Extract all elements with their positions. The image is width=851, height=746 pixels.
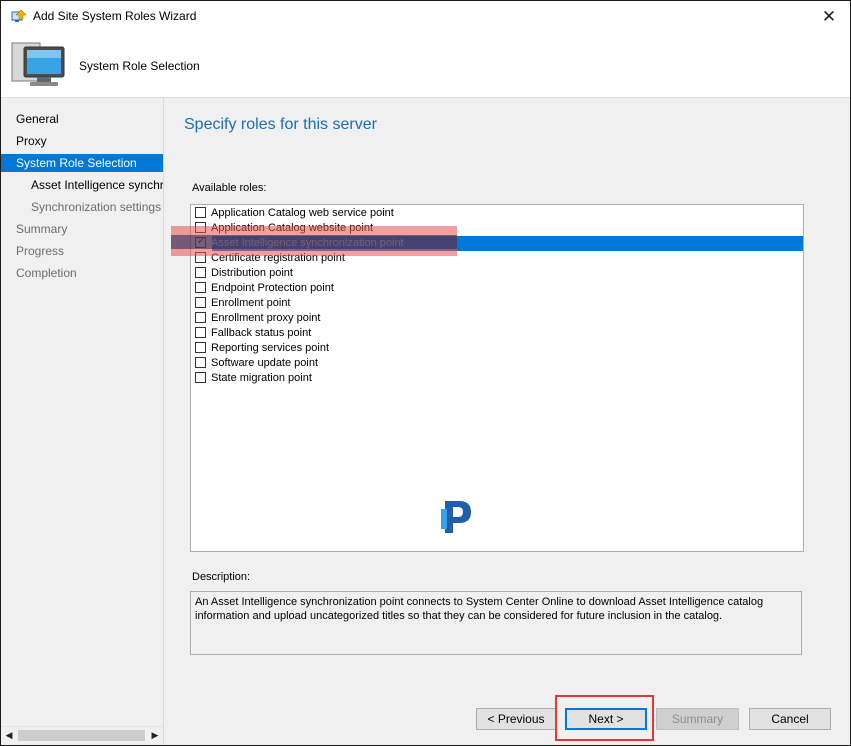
nav-item-progress: Progress bbox=[16, 244, 65, 258]
role-checkbox[interactable] bbox=[195, 267, 206, 278]
role-checkbox[interactable] bbox=[195, 282, 206, 293]
title-bar: Add Site System Roles Wizard ✕ bbox=[1, 1, 850, 33]
role-item[interactable]: State migration point bbox=[191, 371, 803, 386]
nav-item-synchronization-settings: Synchronization settings bbox=[31, 200, 162, 214]
role-item[interactable]: Application Catalog website point bbox=[191, 221, 803, 236]
scroll-right-icon[interactable]: ▶ bbox=[147, 727, 163, 744]
next-button[interactable]: Next > bbox=[565, 708, 647, 730]
computer-icon bbox=[10, 41, 70, 91]
description-label: Description: bbox=[192, 571, 251, 583]
nav-item-system-role-selection[interactable]: System Role Selection bbox=[1, 154, 163, 172]
role-item[interactable]: Enrollment point bbox=[191, 296, 803, 311]
role-checkbox[interactable] bbox=[195, 372, 206, 383]
role-item[interactable]: Endpoint Protection point bbox=[191, 281, 803, 296]
role-item[interactable]: Application Catalog web service point bbox=[191, 206, 803, 221]
nav-item-proxy[interactable]: Proxy bbox=[1, 132, 163, 150]
available-roles-label: Available roles: bbox=[192, 182, 267, 194]
roles-list[interactable]: Application Catalog web service point Ap… bbox=[190, 204, 804, 552]
wizard-header: System Role Selection bbox=[1, 33, 850, 98]
role-checkbox-checked[interactable]: ✓ bbox=[195, 236, 206, 248]
wizard-window: Add Site System Roles Wizard ✕ System Ro… bbox=[0, 0, 851, 746]
scrollbar-thumb[interactable] bbox=[18, 730, 145, 741]
window-title: Add Site System Roles Wizard bbox=[33, 9, 197, 23]
role-label: Application Catalog web service point bbox=[211, 207, 394, 219]
role-item[interactable]: Enrollment proxy point bbox=[191, 311, 803, 326]
role-label: Fallback status point bbox=[211, 327, 312, 339]
role-label: Asset Intelligence synchronization point bbox=[211, 237, 404, 249]
nav-horizontal-scrollbar[interactable]: ◀ ▶ bbox=[1, 726, 163, 744]
role-checkbox[interactable] bbox=[195, 327, 206, 338]
summary-button: Summary bbox=[656, 708, 739, 730]
role-item[interactable]: Software update point bbox=[191, 356, 803, 371]
role-label: Reporting services point bbox=[211, 342, 330, 354]
checkmark-icon: ✓ bbox=[197, 236, 206, 247]
close-icon[interactable]: ✕ bbox=[816, 4, 842, 30]
role-checkbox[interactable] bbox=[195, 252, 206, 263]
nav-item-general[interactable]: General bbox=[1, 110, 163, 128]
nav-item-asset-intelligence[interactable]: Asset Intelligence synchronization point bbox=[1, 176, 163, 194]
scroll-left-icon[interactable]: ◀ bbox=[1, 727, 17, 744]
role-checkbox[interactable] bbox=[195, 297, 206, 308]
role-label: Application Catalog website point bbox=[211, 222, 374, 234]
role-label: Enrollment proxy point bbox=[211, 312, 321, 324]
role-checkbox[interactable] bbox=[195, 207, 206, 218]
role-checkbox[interactable] bbox=[195, 342, 206, 353]
role-checkbox[interactable] bbox=[195, 222, 206, 233]
header-title: System Role Selection bbox=[79, 59, 200, 73]
page-heading: Specify roles for this server bbox=[184, 116, 377, 133]
role-item-selected[interactable]: ✓ Asset Intelligence synchronization poi… bbox=[195, 236, 803, 251]
wizard-app-icon bbox=[11, 9, 27, 25]
role-label: Enrollment point bbox=[211, 297, 291, 309]
role-item[interactable]: Reporting services point bbox=[191, 341, 803, 356]
role-checkbox[interactable] bbox=[195, 357, 206, 368]
role-label: Distribution point bbox=[211, 267, 293, 279]
role-label: Endpoint Protection point bbox=[211, 282, 334, 294]
role-label: State migration point bbox=[211, 372, 312, 384]
role-label: Certificate registration point bbox=[211, 252, 345, 264]
nav-item-summary: Summary bbox=[16, 222, 68, 236]
previous-button[interactable]: < Previous bbox=[476, 708, 556, 730]
watermark-logo-icon bbox=[437, 497, 477, 537]
role-item[interactable]: Distribution point bbox=[191, 266, 803, 281]
role-label: Software update point bbox=[211, 357, 319, 369]
role-checkbox[interactable] bbox=[195, 312, 206, 323]
role-item[interactable]: Fallback status point bbox=[191, 326, 803, 341]
description-box: An Asset Intelligence synchronization po… bbox=[190, 591, 802, 655]
wizard-content: Specify roles for this server Available … bbox=[163, 98, 850, 745]
wizard-nav: General Proxy System Role Selection Asse… bbox=[1, 98, 163, 745]
cancel-button[interactable]: Cancel bbox=[749, 708, 831, 730]
nav-item-completion: Completion bbox=[16, 266, 77, 280]
role-item[interactable]: Certificate registration point bbox=[191, 251, 803, 266]
